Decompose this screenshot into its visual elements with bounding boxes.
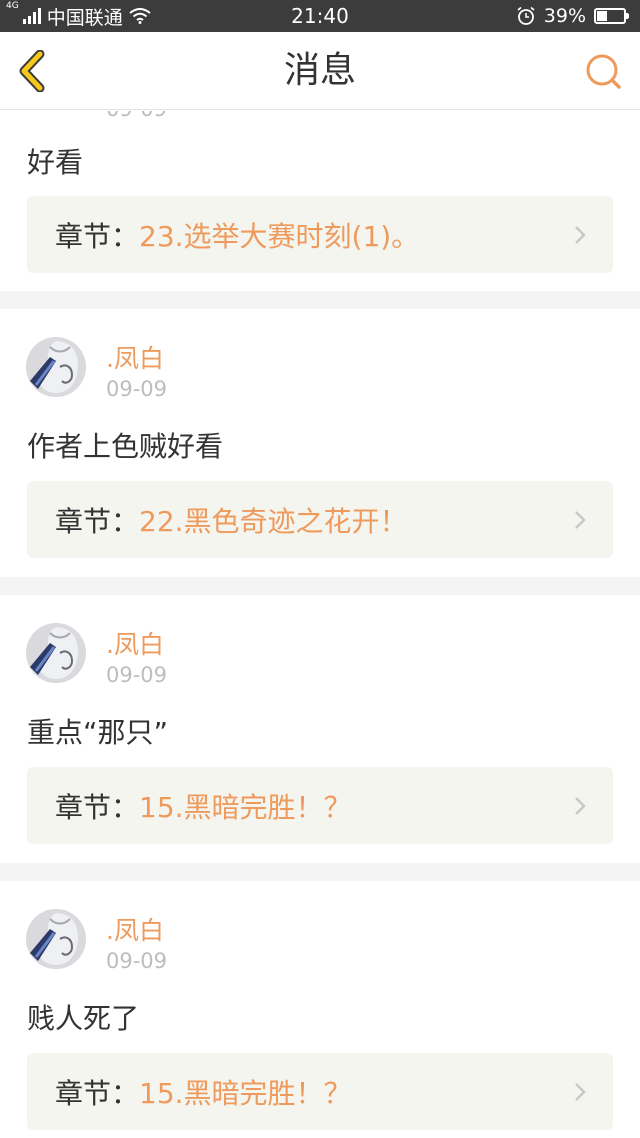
avatar-image <box>26 623 86 683</box>
page-title: 消息 <box>283 50 356 91</box>
avatar[interactable] <box>26 337 86 397</box>
message-comment: 好看 <box>27 146 84 179</box>
message-date: 09-09 <box>106 663 168 687</box>
avatar[interactable] <box>26 909 86 969</box>
avatar-image <box>26 909 86 969</box>
chapter-link[interactable]: 章节： 15.黑暗完胜！？ <box>27 1053 613 1130</box>
alarm-icon <box>517 6 535 25</box>
message-date: 09-09 <box>106 377 168 401</box>
search-icon[interactable] <box>584 52 624 92</box>
chapter-link[interactable]: 章节： 23.选举大赛时刻(1)。 <box>27 196 613 273</box>
username[interactable]: .凤白 <box>106 911 164 947</box>
status-bar: 4G 中国联通 21:40 39% <box>0 0 640 32</box>
chapter-title: 23.选举大赛时刻(1)。 <box>139 219 420 253</box>
avatar[interactable] <box>26 623 86 683</box>
message-list[interactable]: 09-09 好看 章节： 23.选举大赛时刻(1)。 .凤白 09-09 作者上… <box>0 111 640 1138</box>
message-item: .凤白 09-09 重点“那只” 章节： 15.黑暗完胜！？ <box>0 595 640 863</box>
item-divider <box>0 863 640 881</box>
chapter-title: 15.黑暗完胜！？ <box>139 1076 352 1110</box>
chapter-label: 章节： <box>55 1076 140 1110</box>
chapter-label: 章节： <box>55 504 140 538</box>
message-comment: 作者上色贼好看 <box>27 430 224 463</box>
avatar-image <box>26 337 86 397</box>
message-comment: 重点“那只” <box>27 716 169 749</box>
item-divider <box>0 577 640 595</box>
item-divider <box>0 291 640 309</box>
chapter-title: 22.黑色奇迹之花开！ <box>139 504 408 538</box>
message-item: .凤白 09-09 贱人死了 章节： 15.黑暗完胜！？ <box>0 881 640 1138</box>
message-date: 09-09 <box>106 949 168 973</box>
chevron-right-icon <box>575 1083 586 1101</box>
battery-percent: 39% <box>543 5 586 27</box>
username[interactable]: .凤白 <box>106 339 164 375</box>
chevron-right-icon <box>575 797 586 815</box>
message-item: 09-09 好看 章节： 23.选举大赛时刻(1)。 <box>0 111 640 291</box>
message-comment: 贱人死了 <box>27 1002 140 1035</box>
chapter-label: 章节： <box>55 790 140 824</box>
status-right: 39% <box>516 0 630 32</box>
battery-icon <box>594 8 629 24</box>
message-date: 09-09 <box>106 111 167 121</box>
chapter-title: 15.黑暗完胜！？ <box>139 790 352 824</box>
chevron-right-icon <box>575 226 586 244</box>
chapter-label: 章节： <box>55 219 140 253</box>
chevron-right-icon <box>575 511 586 529</box>
battery-fill <box>597 11 607 21</box>
username[interactable]: .凤白 <box>106 625 164 661</box>
nav-bar: 消息 <box>0 32 640 110</box>
chapter-link[interactable]: 章节： 15.黑暗完胜！？ <box>27 767 613 844</box>
chapter-link[interactable]: 章节： 22.黑色奇迹之花开！ <box>27 481 613 558</box>
message-item: .凤白 09-09 作者上色贼好看 章节： 22.黑色奇迹之花开！ <box>0 309 640 577</box>
